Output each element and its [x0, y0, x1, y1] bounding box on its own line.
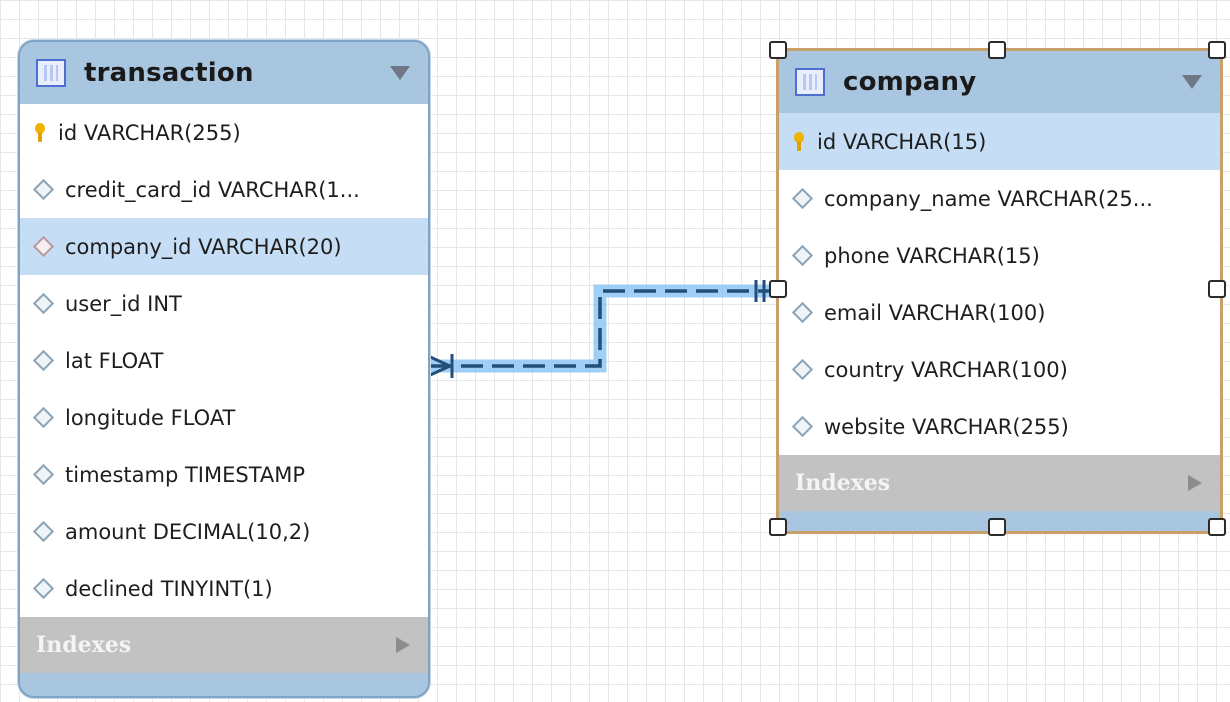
foreign-key-diamond-icon — [32, 235, 55, 258]
column-row[interactable]: credit_card_id VARCHAR(1... — [20, 161, 428, 218]
column-label: email VARCHAR(100) — [824, 300, 1046, 325]
column-label: country VARCHAR(100) — [824, 357, 1068, 382]
entity-transaction[interactable]: transaction id VARCHAR(255) credit_card_… — [18, 40, 430, 698]
column-row[interactable]: country VARCHAR(100) — [779, 341, 1220, 398]
resize-handle-bottom-center[interactable] — [988, 518, 1006, 536]
resize-handle-top-right[interactable] — [1208, 41, 1226, 59]
entity-title: company — [843, 67, 977, 97]
column-label: timestamp TIMESTAMP — [65, 462, 306, 487]
table-icon — [795, 68, 825, 96]
column-row[interactable]: email VARCHAR(100) — [779, 284, 1220, 341]
entity-header[interactable]: transaction — [20, 42, 428, 104]
column-diamond-icon — [791, 301, 814, 324]
column-diamond-icon — [791, 244, 814, 267]
relationship-highlight — [430, 284, 774, 373]
resize-handle-top-center[interactable] — [988, 41, 1006, 59]
column-row[interactable]: id VARCHAR(15) — [779, 113, 1220, 170]
column-row[interactable]: phone VARCHAR(15) — [779, 227, 1220, 284]
entity-title: transaction — [84, 58, 254, 88]
column-label: declined TINYINT(1) — [65, 576, 273, 601]
column-label: website VARCHAR(255) — [824, 414, 1069, 439]
column-diamond-icon — [791, 187, 814, 210]
table-icon — [36, 59, 66, 87]
column-label: longitude FLOAT — [65, 405, 236, 430]
column-diamond-icon — [32, 349, 55, 372]
entity-header[interactable]: company — [779, 51, 1220, 113]
indexes-section[interactable]: Indexes — [20, 617, 428, 673]
column-label: amount DECIMAL(10,2) — [65, 519, 311, 544]
column-diamond-icon — [32, 178, 55, 201]
indexes-section[interactable]: Indexes — [779, 455, 1220, 511]
indexes-label: Indexes — [795, 470, 891, 496]
column-list: id VARCHAR(255) credit_card_id VARCHAR(1… — [20, 104, 428, 617]
entity-company[interactable]: company id VARCHAR(15) company_name VARC… — [776, 48, 1223, 534]
column-row[interactable]: longitude FLOAT — [20, 389, 428, 446]
diagram-canvas[interactable]: transaction id VARCHAR(255) credit_card_… — [0, 0, 1230, 702]
indexes-label: Indexes — [36, 632, 132, 658]
resize-handle-top-left[interactable] — [769, 41, 787, 59]
column-row[interactable]: company_id VARCHAR(20) — [20, 218, 428, 275]
column-label: user_id INT — [65, 291, 182, 316]
column-label: phone VARCHAR(15) — [824, 243, 1040, 268]
column-row[interactable]: company_name VARCHAR(25... — [779, 170, 1220, 227]
column-label: id VARCHAR(15) — [817, 129, 987, 154]
column-label: company_id VARCHAR(20) — [65, 234, 342, 259]
collapse-arrow-icon[interactable] — [390, 66, 410, 80]
column-diamond-icon — [32, 463, 55, 486]
column-row[interactable]: lat FLOAT — [20, 332, 428, 389]
expand-arrow-icon[interactable] — [1188, 475, 1202, 491]
column-row[interactable]: timestamp TIMESTAMP — [20, 446, 428, 503]
column-diamond-icon — [32, 577, 55, 600]
resize-handle-middle-right[interactable] — [1208, 280, 1226, 298]
column-row[interactable]: id VARCHAR(255) — [20, 104, 428, 161]
column-diamond-icon — [32, 406, 55, 429]
column-label: lat FLOAT — [65, 348, 164, 373]
column-label: id VARCHAR(255) — [58, 120, 241, 145]
column-diamond-icon — [791, 415, 814, 438]
column-row[interactable]: amount DECIMAL(10,2) — [20, 503, 428, 560]
column-row[interactable]: website VARCHAR(255) — [779, 398, 1220, 455]
resize-handle-bottom-left[interactable] — [769, 518, 787, 536]
column-diamond-icon — [32, 520, 55, 543]
primary-key-icon — [34, 122, 46, 143]
resize-handle-middle-left[interactable] — [769, 280, 787, 298]
column-label: company_name VARCHAR(25... — [824, 186, 1153, 211]
expand-arrow-icon[interactable] — [396, 637, 410, 653]
column-diamond-icon — [32, 292, 55, 315]
primary-key-icon — [793, 131, 805, 152]
collapse-arrow-icon[interactable] — [1182, 75, 1202, 89]
entity-footer — [20, 673, 428, 696]
column-label: credit_card_id VARCHAR(1... — [65, 177, 360, 202]
column-list: id VARCHAR(15) company_name VARCHAR(25..… — [779, 113, 1220, 455]
column-row[interactable]: declined TINYINT(1) — [20, 560, 428, 617]
resize-handle-bottom-right[interactable] — [1208, 518, 1226, 536]
column-row[interactable]: user_id INT — [20, 275, 428, 332]
column-diamond-icon — [791, 358, 814, 381]
